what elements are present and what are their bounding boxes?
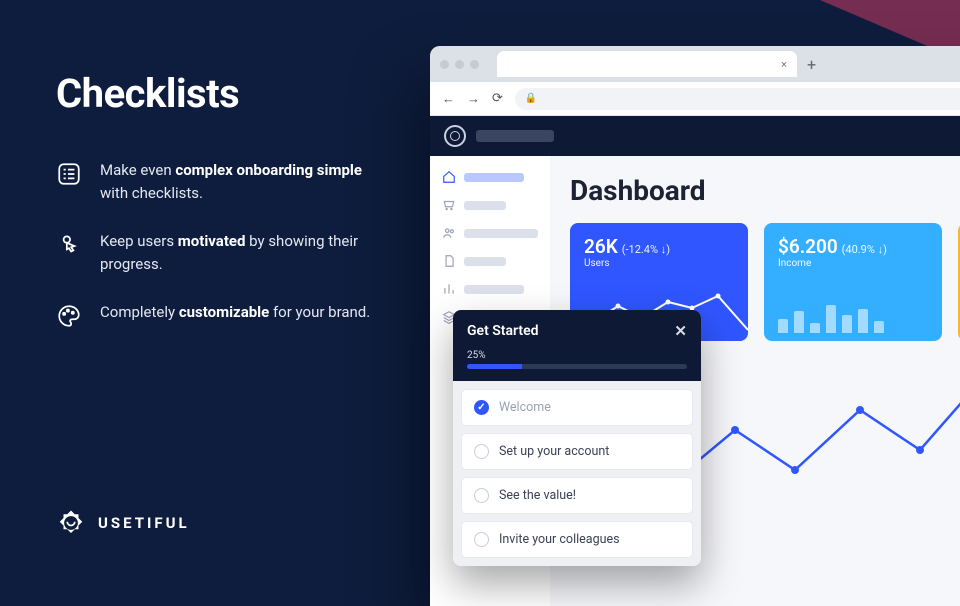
sidebar-item-cart[interactable]: [442, 198, 538, 212]
sidebar-item-users[interactable]: [442, 226, 538, 240]
checklist-item[interactable]: Set up your account: [461, 433, 693, 470]
tap-icon: [56, 232, 82, 275]
tab-close-icon[interactable]: ×: [781, 58, 787, 71]
placeholder-bar: [464, 229, 538, 238]
chart-icon: [442, 282, 456, 296]
progress-fill: [467, 364, 522, 369]
app-header: [430, 116, 960, 156]
placeholder-bar: [464, 201, 506, 210]
palette-icon: [56, 303, 82, 336]
sidebar-item-home[interactable]: [442, 170, 538, 184]
users-icon: [442, 226, 456, 240]
bar-sparkline: [778, 305, 884, 333]
page-title: Dashboard: [570, 174, 960, 207]
stat-label: Users: [584, 258, 734, 269]
lock-icon: 🔒: [525, 93, 537, 104]
reload-icon[interactable]: ⟳: [492, 91, 503, 106]
placeholder-bar: [464, 285, 524, 294]
brand-logo: USETIFUL: [56, 508, 190, 538]
brand-name: USETIFUL: [98, 514, 190, 532]
progress-percent: 25%: [467, 350, 687, 361]
stat-label: Income: [778, 258, 928, 269]
feature-text: Make even complex onboarding simple with…: [100, 159, 386, 204]
feature-text: Completely customizable for your brand.: [100, 301, 370, 336]
progress-bar: [467, 364, 687, 369]
checklist-item[interactable]: Welcome: [461, 389, 693, 426]
browser-tab[interactable]: ×: [497, 51, 797, 77]
browser-toolbar: ← → ⟳ 🔒: [430, 82, 960, 116]
checklist-title: Get Started: [467, 323, 539, 339]
feature-item: Keep users motivated by showing their pr…: [56, 230, 386, 275]
feature-item: Completely customizable for your brand.: [56, 301, 386, 336]
feature-item: Make even complex onboarding simple with…: [56, 159, 386, 204]
checklist-item[interactable]: See the value!: [461, 477, 693, 514]
back-icon[interactable]: ←: [442, 91, 455, 107]
placeholder-bar: [464, 257, 506, 266]
check-icon: [474, 488, 489, 503]
checklist-item-label: Welcome: [499, 400, 551, 415]
stat-delta: (40.9% ↓): [842, 243, 887, 256]
window-controls[interactable]: [440, 60, 479, 69]
sidebar-item-stats[interactable]: [442, 282, 538, 296]
checklist-icon: [56, 161, 82, 204]
forward-icon[interactable]: →: [467, 91, 480, 107]
feature-text: Keep users motivated by showing their pr…: [100, 230, 386, 275]
browser-tabbar: × +: [430, 46, 960, 82]
stat-card-income[interactable]: $6.200 (40.9% ↓) Income: [764, 223, 942, 341]
app-logo-icon[interactable]: [444, 125, 466, 147]
checklist-item-label: Invite your colleagues: [499, 532, 620, 547]
stat-value: 26K: [584, 235, 618, 258]
home-icon: [442, 170, 456, 184]
cart-icon: [442, 198, 456, 212]
close-icon[interactable]: ✕: [674, 322, 687, 340]
checklist-item[interactable]: Invite your colleagues: [461, 521, 693, 558]
address-bar[interactable]: 🔒: [515, 88, 960, 110]
checklist-item-label: See the value!: [499, 488, 576, 503]
check-icon: [474, 444, 489, 459]
check-icon: [474, 400, 489, 415]
new-tab-button[interactable]: +: [807, 55, 816, 74]
stat-value: $6.200: [778, 235, 838, 258]
sidebar-item-docs[interactable]: [442, 254, 538, 268]
checklist-body: Welcome Set up your account See the valu…: [453, 381, 701, 566]
checklist-widget: Get Started ✕ 25% Welcome Set up your ac…: [453, 310, 701, 566]
placeholder-bar: [476, 130, 554, 142]
document-icon: [442, 254, 456, 268]
hero-title: Checklists: [56, 70, 386, 117]
stat-delta: (-12.4% ↓): [622, 243, 670, 256]
placeholder-bar: [464, 173, 524, 182]
check-icon: [474, 532, 489, 547]
checklist-item-label: Set up your account: [499, 444, 609, 459]
